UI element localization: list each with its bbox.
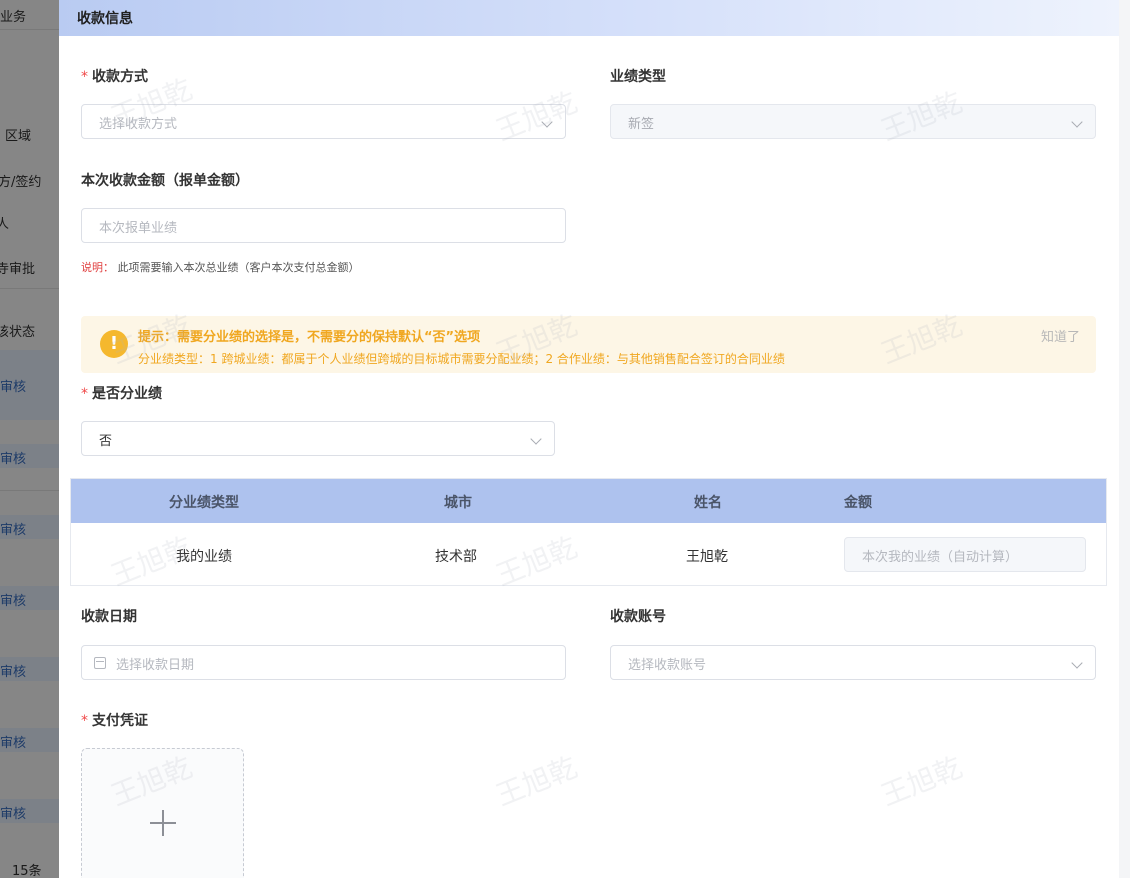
required-mark: *: [81, 69, 88, 85]
voucher-upload-button[interactable]: [81, 748, 244, 878]
hint-text: 此项需要输入本次总业绩（客户本次支付总金额）: [117, 261, 360, 274]
chevron-down-icon: [530, 433, 542, 445]
calendar-icon: [94, 657, 106, 669]
alert-dismiss-button[interactable]: 知道了: [1041, 326, 1080, 345]
voucher-label: * 支付凭证: [81, 710, 148, 730]
panel-edge: [1119, 0, 1130, 878]
amount-placeholder: 本次报单业绩: [99, 221, 178, 236]
row-amount-placeholder: 本次我的业绩（自动计算）: [862, 550, 1019, 565]
watermark: 王旭乾: [491, 750, 582, 813]
chevron-down-icon: [1071, 657, 1083, 669]
amount-hint: 说明： 此项需要输入本次总业绩（客户本次支付总金额）: [81, 259, 360, 275]
performance-type-label: 业绩类型: [610, 69, 666, 85]
amount-label: 本次收款金额（报单金额）: [81, 173, 249, 189]
plus-icon: [162, 810, 164, 836]
background-page: 业务 区域 方/签约 人 寺审批 该状态 审核 审核 审核 审核 审核 审核 审…: [0, 0, 60, 878]
hint-key: 说明：: [81, 261, 114, 274]
payment-method-placeholder: 选择收款方式: [99, 117, 178, 132]
payment-info-panel: 收款信息 * 收款方式 选择收款方式 业绩类型 新签 本次收款金额（报单金额） 本…: [59, 0, 1119, 878]
column-header: 城市: [444, 495, 472, 511]
split-select[interactable]: 否: [81, 421, 555, 456]
amount-input[interactable]: 本次报单业绩: [81, 208, 566, 243]
column-header: 分业绩类型: [169, 495, 239, 511]
date-picker[interactable]: 选择收款日期: [81, 645, 566, 680]
column-header: 姓名: [694, 495, 722, 511]
chevron-down-icon: [1071, 116, 1083, 128]
date-label: 收款日期: [81, 609, 137, 625]
account-select[interactable]: 选择收款账号: [610, 645, 1096, 680]
account-label: 收款账号: [610, 609, 666, 625]
section-title: 收款信息: [77, 11, 133, 27]
watermark: 王旭乾: [876, 750, 967, 813]
chevron-down-icon: [541, 116, 553, 128]
exclamation-icon: !: [100, 330, 128, 358]
voucher-label-text: 支付凭证: [92, 713, 148, 729]
split-label: * 是否分业绩: [81, 383, 162, 403]
row-amount-input: 本次我的业绩（自动计算）: [844, 537, 1086, 572]
payment-method-select[interactable]: 选择收款方式: [81, 104, 566, 139]
section-header: 收款信息: [59, 0, 1119, 36]
performance-type-value: 新签: [628, 117, 655, 132]
split-table: 分业绩类型 城市 姓名 金额 我的业绩 技术部 王旭乾 本次我的业绩（自动计算）: [70, 478, 1107, 586]
row-type: 我的业绩: [176, 549, 232, 565]
row-city: 技术部: [435, 549, 477, 565]
split-performance-alert: ! 提示：需要分业绩的选择是，不需要分的保持默认“否”选项 分业绩类型：1 跨城…: [81, 316, 1096, 373]
table-header: 分业绩类型 城市 姓名 金额: [71, 479, 1106, 523]
split-value: 否: [99, 434, 113, 449]
split-label-text: 是否分业绩: [92, 386, 162, 402]
payment-method-label: * 收款方式: [81, 66, 148, 86]
payment-method-label-text: 收款方式: [92, 69, 148, 85]
date-placeholder: 选择收款日期: [116, 658, 195, 673]
account-placeholder: 选择收款账号: [628, 658, 707, 673]
modal-overlay[interactable]: [0, 0, 60, 878]
performance-type-select: 新签: [610, 104, 1096, 139]
column-header: 金额: [844, 495, 872, 511]
required-mark: *: [81, 713, 88, 729]
alert-title: 提示：需要分业绩的选择是，不需要分的保持默认“否”选项: [138, 330, 481, 345]
row-name: 王旭乾: [686, 549, 728, 565]
alert-description: 分业绩类型：1 跨城业绩：都属于个人业绩但跨城的目标城市需要分配业绩；2 合作业…: [138, 352, 785, 366]
required-mark: *: [81, 386, 88, 402]
